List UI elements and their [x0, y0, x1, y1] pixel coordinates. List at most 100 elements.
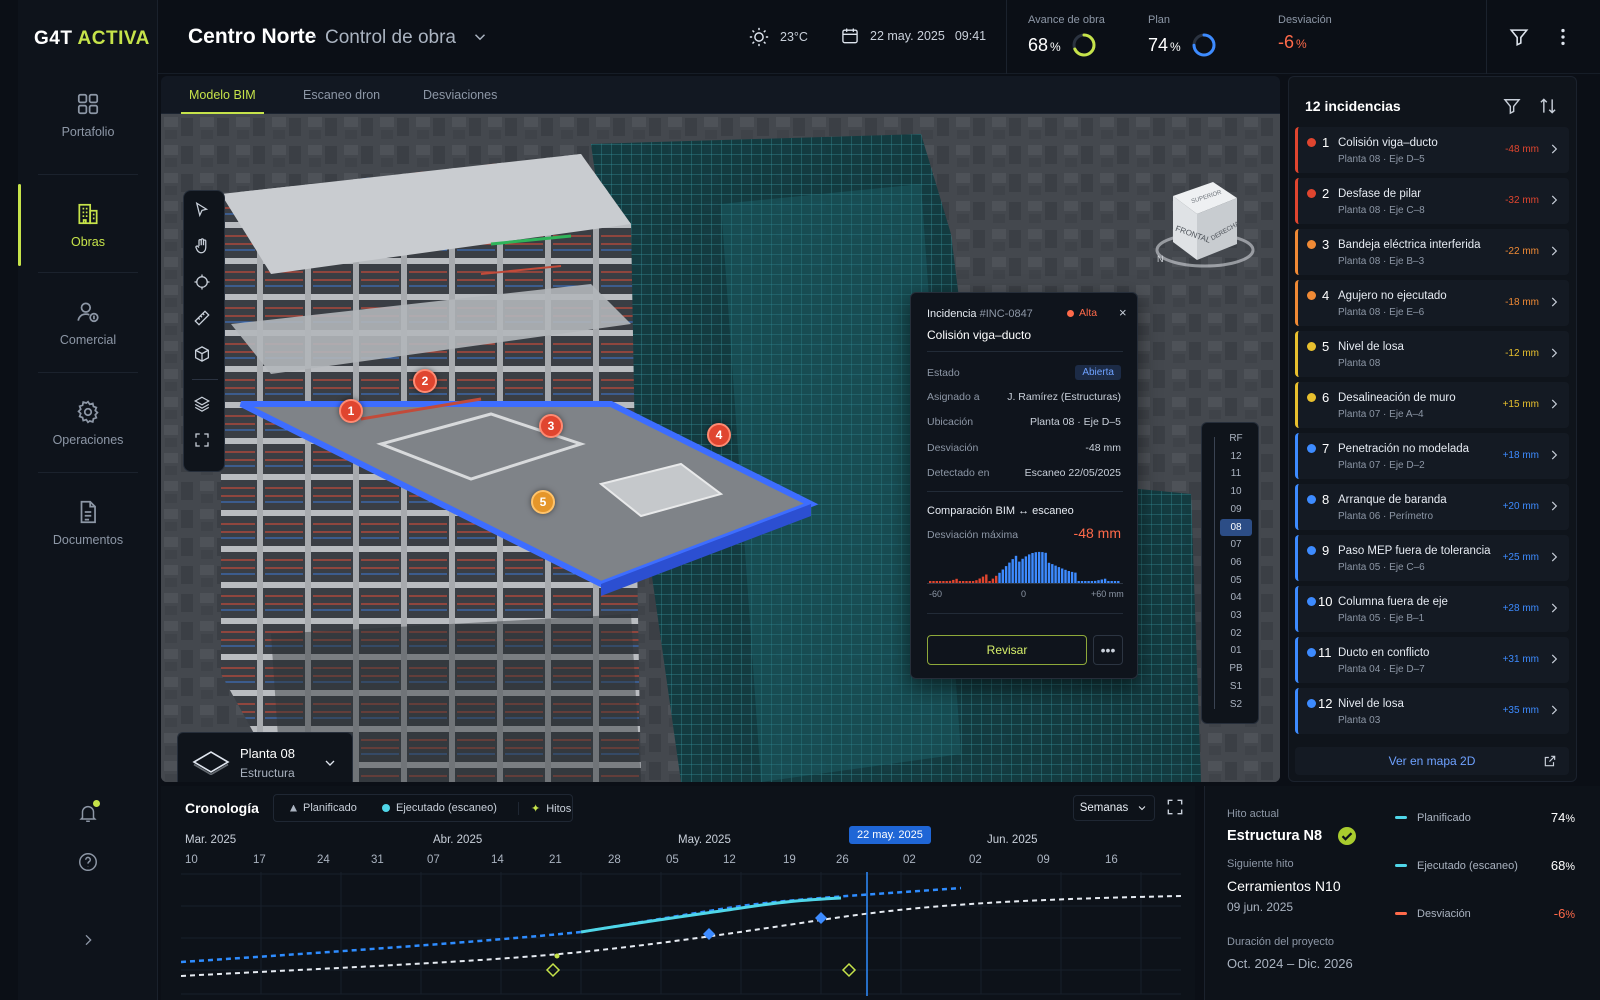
level-06[interactable]: 06	[1220, 554, 1252, 571]
kpi-avance: Avance de obra 68%	[1028, 14, 1105, 58]
tab-modelo-bim[interactable]: Modelo BIM	[181, 88, 264, 114]
sidebar-item-obras[interactable]: Obras	[18, 176, 158, 274]
floor-layer: Estructura	[240, 766, 295, 780]
notification-dot	[93, 800, 100, 807]
more-vertical-icon[interactable]	[1552, 26, 1574, 48]
floor-selector[interactable]: Planta 08 Estructura	[177, 732, 353, 782]
severity-dot	[1307, 444, 1316, 453]
divider	[927, 491, 1123, 492]
expand-sidebar-button[interactable]	[73, 925, 103, 955]
stat-bar	[1395, 816, 1407, 819]
sidebar-item-comercial[interactable]: Comercial	[18, 274, 158, 372]
select-tool[interactable]	[193, 201, 217, 225]
level-04[interactable]: 04	[1220, 589, 1252, 606]
incident-item-12[interactable]: 12 Nivel de losa Planta 03 +35 mm	[1295, 688, 1569, 734]
level-02[interactable]: 02	[1220, 625, 1252, 642]
fullscreen-icon[interactable]	[1165, 797, 1185, 817]
sidebar-item-label: Obras	[70, 235, 106, 249]
scale-value: Semanas	[1079, 802, 1129, 814]
incident-item-6[interactable]: 6 Desalineación de muro Planta 07 · Eje A–…	[1295, 382, 1569, 428]
incident-item-4[interactable]: 4 Agujero no ejecutado Planta 08 · Eje E–6…	[1295, 280, 1569, 326]
stat-executed: Ejecutado (escaneo) 68%	[1395, 858, 1575, 873]
sidebar-item-operaciones[interactable]: Operaciones	[18, 374, 158, 472]
incident-item-7[interactable]: 7 Penetración no modelada Planta 07 · Eje …	[1295, 433, 1569, 479]
layers-tool[interactable]	[193, 395, 217, 419]
incident-item-8[interactable]: 8 Arranque de baranda Planta 06 · Perímetr…	[1295, 484, 1569, 530]
incident-deviation: +15 mm	[1502, 399, 1539, 410]
divider	[927, 351, 1123, 352]
stat-bar	[1395, 912, 1407, 915]
help-button[interactable]	[73, 847, 103, 877]
level-12[interactable]: 12	[1220, 448, 1252, 465]
close-icon[interactable]: ×	[1119, 305, 1127, 320]
incident-item-11[interactable]: 11 Ducto en conflicto Planta 04 · Eje D–7 +…	[1295, 637, 1569, 683]
legend-planned[interactable]: Planificado	[290, 802, 357, 814]
legend-executed[interactable]: Ejecutado (escaneo)	[382, 802, 497, 814]
incident-item-2[interactable]: 2 Desfase de pilar Planta 08 · Eje C–8 -32 …	[1295, 178, 1569, 224]
issue-marker-4[interactable]: 4	[707, 423, 731, 447]
orbit-icon	[194, 274, 210, 290]
issue-marker-5[interactable]: 5	[531, 490, 555, 514]
divider	[927, 613, 1123, 614]
tab-escaneo-dron[interactable]: Escaneo dron	[303, 88, 380, 102]
month-label: Mar. 2025	[185, 834, 237, 846]
section-box-tool[interactable]	[193, 345, 217, 369]
orbit-tool[interactable]	[193, 273, 217, 297]
view-cube-graphic: SUPERIOR FRONTAL DERECHA N	[1155, 182, 1255, 268]
issue-marker-2[interactable]: 2	[413, 369, 437, 393]
severity-dot	[1307, 546, 1316, 555]
level-08[interactable]: 08	[1220, 518, 1252, 536]
today-badge: 22 may. 2025	[849, 826, 931, 844]
level-11[interactable]: 11	[1220, 465, 1252, 482]
issue-marker-1[interactable]: 1	[339, 399, 363, 423]
progress-ring	[1192, 33, 1216, 57]
incident-number: 2	[1322, 186, 1330, 201]
level-05[interactable]: 05	[1220, 572, 1252, 589]
timeline-chart[interactable]	[181, 872, 1191, 996]
level-10[interactable]: 10	[1220, 483, 1252, 500]
incident-item-9[interactable]: 9 Paso MEP fuera de tolerancia Planta 05 ·…	[1295, 535, 1569, 581]
sort-icon[interactable]	[1538, 96, 1558, 116]
incident-item-1[interactable]: 1 Colisión viga–ducto Planta 08 · Eje D–5 -…	[1295, 127, 1569, 173]
filter-icon[interactable]	[1508, 26, 1530, 48]
review-button[interactable]: Revisar	[927, 635, 1087, 665]
day-label: 21	[549, 854, 562, 866]
next-milestone-label: Siguiente hito	[1227, 858, 1294, 870]
level-s1[interactable]: S1	[1220, 678, 1252, 695]
chevron-down-icon[interactable]	[471, 28, 489, 46]
stat-value: 74%	[1550, 810, 1575, 825]
incident-deviation: +28 mm	[1502, 603, 1539, 614]
issue-marker-3[interactable]: 3	[539, 414, 563, 438]
pan-tool[interactable]	[193, 237, 217, 261]
level-rf[interactable]: RF	[1220, 430, 1252, 447]
legend-milestones[interactable]: ✦ Hitos	[518, 802, 571, 815]
incident-number: 9	[1322, 543, 1330, 558]
incident-deviation: -32 mm	[1505, 195, 1539, 206]
sidebar-item-documentos[interactable]: Documentos	[18, 474, 158, 572]
fullscreen-tool[interactable]	[193, 431, 217, 455]
more-options-button[interactable]: •••	[1093, 635, 1123, 665]
floor-plane-icon	[192, 751, 230, 775]
chevron-right-icon	[1551, 603, 1558, 613]
scale-select[interactable]: Semanas	[1073, 795, 1155, 821]
incident-item-10[interactable]: 10 Columna fuera de eje Planta 05 · Eje B–…	[1295, 586, 1569, 632]
filter-icon[interactable]	[1502, 96, 1522, 116]
notifications-button[interactable]	[73, 798, 103, 828]
tab-desviaciones[interactable]: Desviaciones	[423, 88, 497, 102]
map-2d-link[interactable]: Ver en mapa 2D	[1295, 747, 1569, 775]
measure-tool[interactable]	[193, 309, 217, 333]
incident-item-3[interactable]: 3 Bandeja eléctrica interferida Planta 08 …	[1295, 229, 1569, 275]
level-s2[interactable]: S2	[1220, 696, 1252, 713]
incident-name: Colisión viga–ducto	[927, 328, 1032, 342]
brand-accent: ACTIVA	[77, 28, 150, 49]
app-root: G4T ACTIVA Portafolio Obras Comercial Op…	[0, 0, 1600, 1000]
level-01[interactable]: 01	[1220, 642, 1252, 659]
level-07[interactable]: 07	[1220, 536, 1252, 553]
level-pb[interactable]: PB	[1220, 660, 1252, 677]
view-cube[interactable]: SUPERIOR FRONTAL DERECHA N	[1153, 174, 1257, 274]
sidebar-item-portafolio[interactable]: Portafolio	[18, 66, 158, 164]
incident-number: 11	[1318, 645, 1332, 660]
incident-item-5[interactable]: 5 Nivel de losa Planta 08 -12 mm	[1295, 331, 1569, 377]
level-03[interactable]: 03	[1220, 607, 1252, 624]
level-09[interactable]: 09	[1220, 501, 1252, 518]
